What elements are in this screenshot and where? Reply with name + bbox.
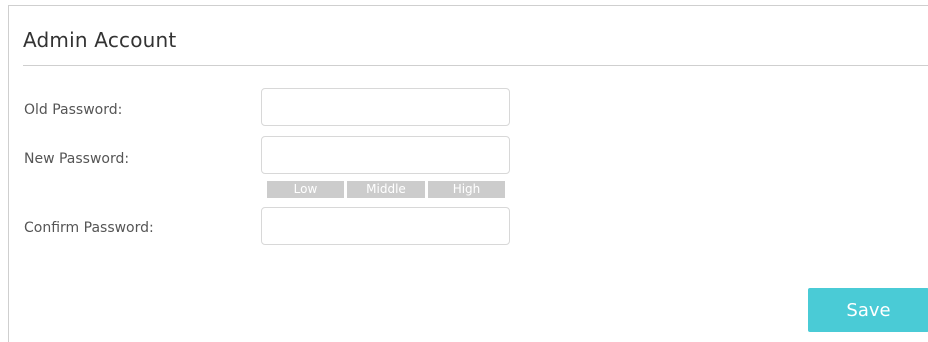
- new-password-input[interactable]: [261, 136, 510, 174]
- strength-low: Low: [267, 181, 344, 198]
- strength-high: High: [428, 181, 505, 198]
- old-password-label: Old Password:: [24, 102, 123, 118]
- confirm-password-input[interactable]: [261, 207, 510, 245]
- new-password-label: New Password:: [24, 151, 130, 167]
- confirm-password-label: Confirm Password:: [24, 220, 154, 236]
- strength-middle: Middle: [347, 181, 425, 198]
- section-title: Admin Account: [23, 28, 177, 52]
- title-divider: [23, 65, 928, 66]
- admin-account-panel: Admin Account Old Password: New Password…: [8, 5, 928, 342]
- password-strength-meter: Low Middle High: [267, 181, 505, 198]
- save-button[interactable]: Save: [808, 288, 928, 332]
- old-password-input[interactable]: [261, 88, 510, 126]
